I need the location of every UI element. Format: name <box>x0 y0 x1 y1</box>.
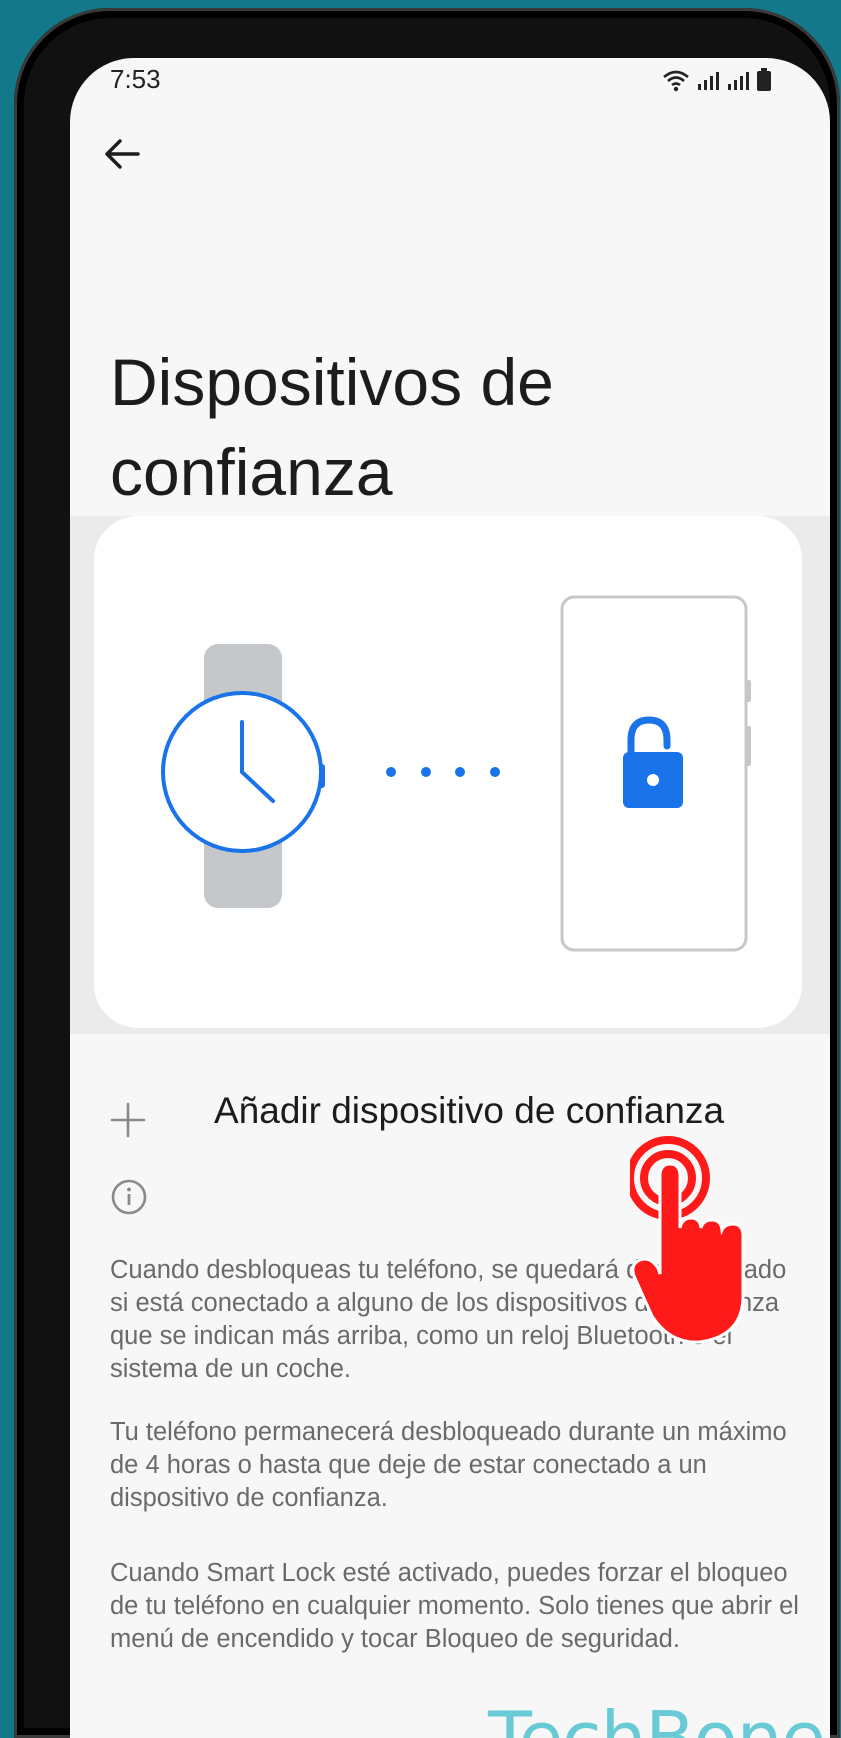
status-bar: 7:53 <box>70 58 830 138</box>
info-paragraph: Tu teléfono permanecerá desbloqueado dur… <box>110 1418 787 1512</box>
back-arrow-icon[interactable] <box>98 130 146 178</box>
info-paragraph: Cuando Smart Lock esté activado, puedes … <box>110 1559 799 1653</box>
tap-hand-icon <box>630 1136 745 1344</box>
plus-icon <box>110 1102 146 1138</box>
info-icon <box>111 1179 147 1215</box>
watch-icon <box>161 644 325 908</box>
phone-frame: 7:53 Dispositivos de confianza Añadir di… <box>14 8 840 1738</box>
signal-icon <box>728 72 749 90</box>
page-title: Dispositivos de confianza <box>110 345 554 510</box>
connection-dots <box>386 767 500 777</box>
watermark: TechBone <box>488 1696 826 1738</box>
battery-icon <box>757 68 771 91</box>
signal-icon <box>698 72 719 90</box>
trusted-device-illustration <box>161 595 751 952</box>
status-time: 7:53 <box>110 64 161 94</box>
status-icons <box>662 68 772 92</box>
wifi-icon <box>663 70 689 92</box>
add-trusted-device-label: Añadir dispositivo de confianza <box>214 1090 725 1131</box>
illustration-card <box>94 516 802 1028</box>
screen: 7:53 Dispositivos de confianza Añadir di… <box>70 58 830 1738</box>
